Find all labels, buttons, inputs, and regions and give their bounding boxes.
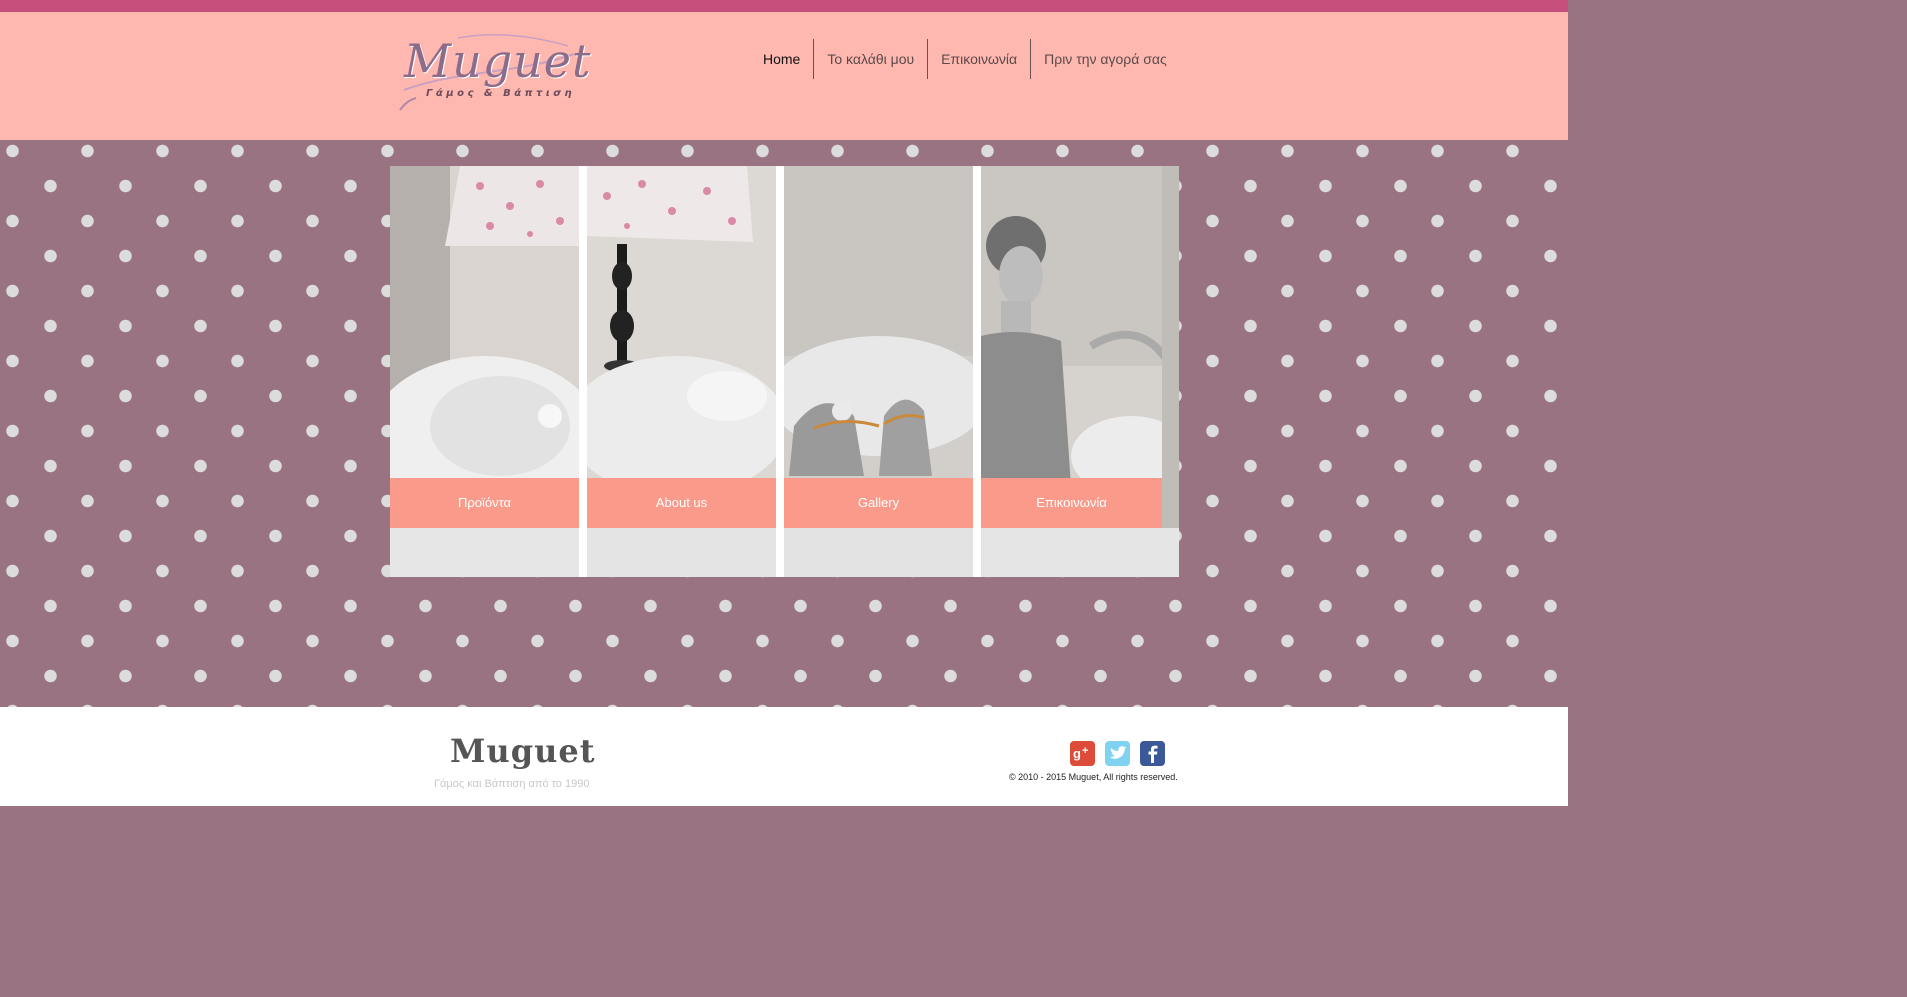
footer-tagline: Γάμος και Βάπτιση από το 1990 bbox=[434, 778, 590, 790]
site-logo[interactable]: Muguet Γάμος & Βάπτιση bbox=[398, 30, 591, 114]
panel-about-label[interactable]: About us bbox=[587, 478, 776, 528]
panel-contact-label[interactable]: Επικοινωνία bbox=[981, 478, 1162, 528]
copyright-notice: © 2010 - 2015 Muguet, All rights reserve… bbox=[1009, 772, 1178, 782]
site-header: Muguet Γάμος & Βάπτιση Home Το καλάθι μο… bbox=[0, 12, 1568, 140]
svg-text:g: g bbox=[1073, 746, 1081, 761]
google-plus-glyph: g + bbox=[1073, 745, 1088, 761]
nav-cart[interactable]: Το καλάθι μου bbox=[813, 39, 927, 79]
panel-contact[interactable]: Επικοινωνία bbox=[981, 166, 1179, 577]
panel-gallery-label[interactable]: Gallery bbox=[784, 478, 973, 528]
feature-panels: Προϊόντα About us Gallery Επικοινωνία bbox=[390, 166, 1179, 577]
panel-products[interactable]: Προϊόντα bbox=[390, 166, 579, 577]
facebook-glyph bbox=[1148, 745, 1158, 763]
logo-subtitle: Γάμος & Βάπτιση bbox=[426, 88, 576, 99]
nav-contact[interactable]: Επικοινωνία bbox=[927, 39, 1030, 79]
google-plus-icon[interactable]: g + bbox=[1070, 741, 1095, 766]
panel-gallery[interactable]: Gallery bbox=[784, 166, 973, 577]
main-nav: Home Το καλάθι μου Επικοινωνία Πριν την … bbox=[750, 39, 1180, 79]
nav-home[interactable]: Home bbox=[750, 39, 813, 79]
twitter-icon[interactable] bbox=[1105, 741, 1130, 766]
twitter-glyph bbox=[1110, 746, 1127, 759]
bottom-bar bbox=[0, 806, 1568, 820]
footer-brand: Muguet bbox=[450, 732, 596, 770]
logo-wordmark: Muguet bbox=[404, 34, 592, 88]
nav-before-purchase[interactable]: Πριν την αγορά σας bbox=[1030, 39, 1180, 79]
top-accent-bar bbox=[0, 0, 1568, 12]
facebook-icon[interactable] bbox=[1140, 741, 1165, 766]
panel-about[interactable]: About us bbox=[587, 166, 776, 577]
panel-products-label[interactable]: Προϊόντα bbox=[390, 478, 579, 528]
svg-text:+: + bbox=[1082, 745, 1088, 757]
site-footer: Muguet Γάμος και Βάπτιση από το 1990 g +… bbox=[0, 707, 1568, 806]
